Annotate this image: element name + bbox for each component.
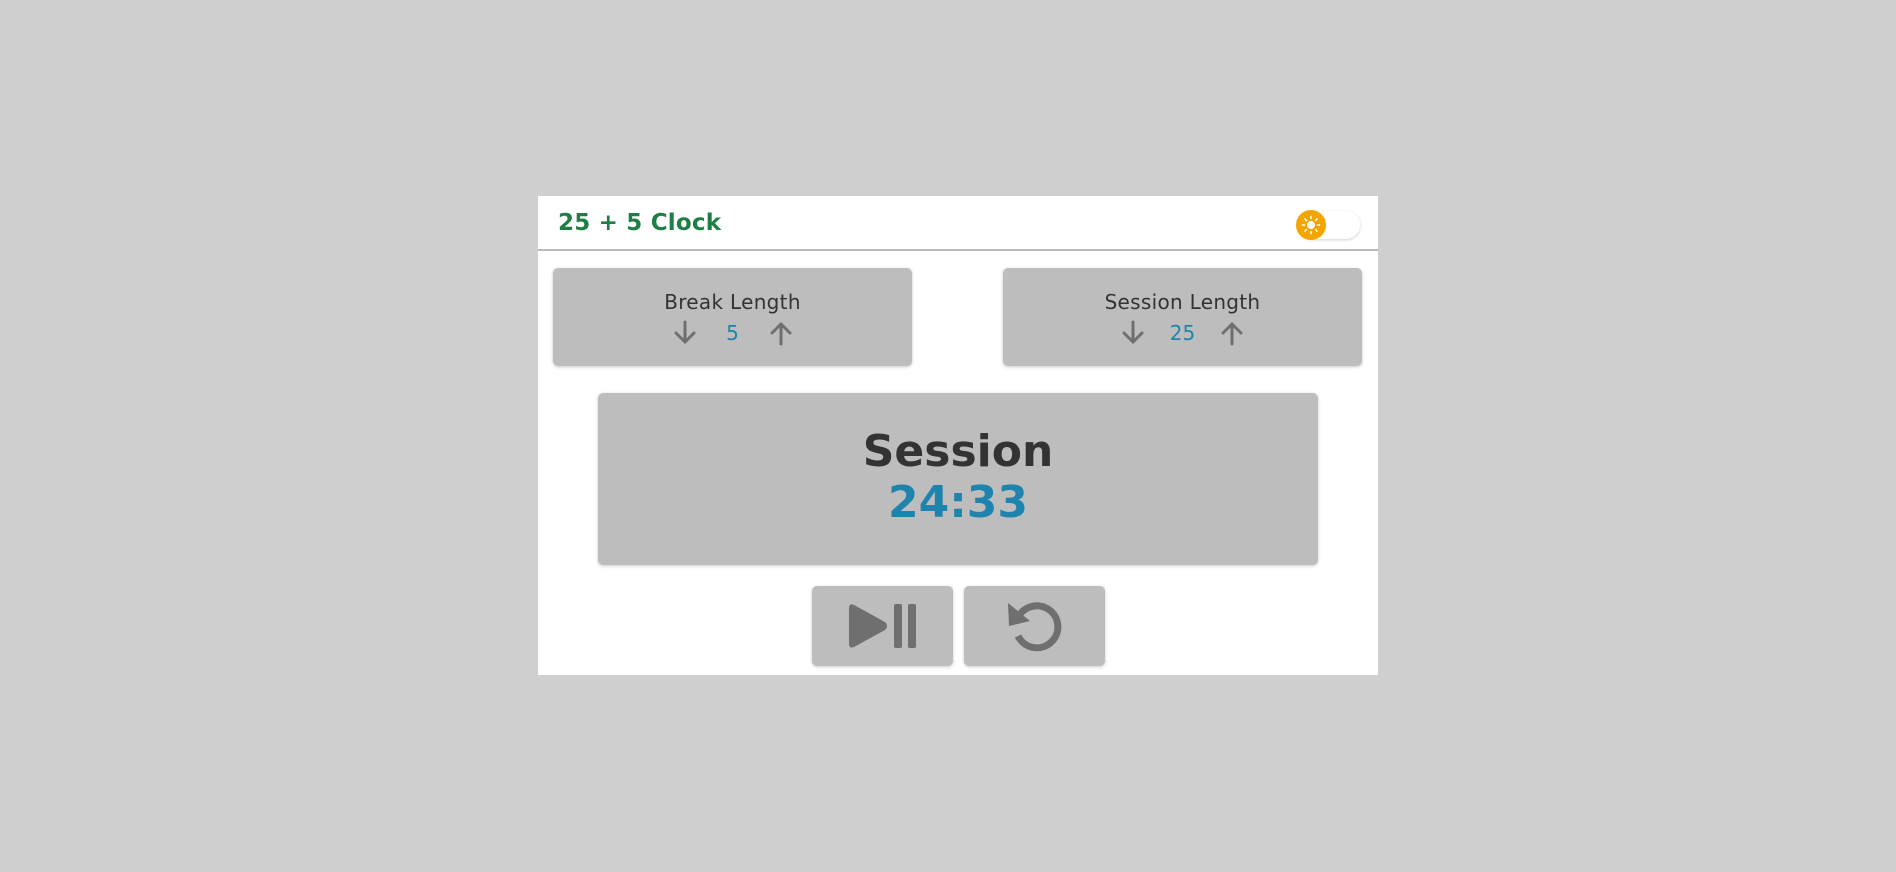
session-length-value: 25 — [1169, 321, 1196, 345]
break-length-label: Break Length — [664, 290, 801, 314]
header: 25 + 5 Clock — [538, 196, 1378, 251]
theme-toggle[interactable] — [1296, 210, 1360, 240]
arrow-up-icon — [770, 322, 791, 346]
break-length-value: 5 — [726, 321, 739, 345]
arrow-down-icon — [1122, 320, 1144, 344]
play-pause-icon — [848, 604, 916, 648]
timer-display: Session 24:33 — [598, 393, 1318, 565]
reset-button[interactable] — [964, 586, 1105, 666]
session-length-controls: 25 — [1003, 318, 1362, 348]
session-length-label: Session Length — [1104, 290, 1261, 314]
break-length-card: Break Length 5 — [553, 268, 912, 366]
session-decrement-button[interactable] — [1118, 318, 1148, 348]
play-pause-button[interactable] — [812, 586, 953, 666]
sun-icon — [1301, 215, 1321, 235]
break-decrement-button[interactable] — [670, 318, 700, 348]
break-increment-button[interactable] — [766, 318, 796, 348]
app-title: 25 + 5 Clock — [558, 210, 722, 236]
session-increment-button[interactable] — [1217, 318, 1247, 348]
arrow-up-icon — [1221, 322, 1243, 346]
timer-label: Session — [862, 426, 1054, 477]
clock-app: 25 + 5 Clock Break Length 5 Session Leng… — [538, 196, 1378, 675]
break-length-controls: 5 — [553, 318, 912, 348]
time-left: 24:33 — [887, 477, 1029, 528]
arrow-down-icon — [674, 320, 695, 344]
session-length-card: Session Length 25 — [1003, 268, 1362, 366]
reset-icon — [1007, 602, 1061, 652]
theme-toggle-knob — [1296, 210, 1326, 240]
